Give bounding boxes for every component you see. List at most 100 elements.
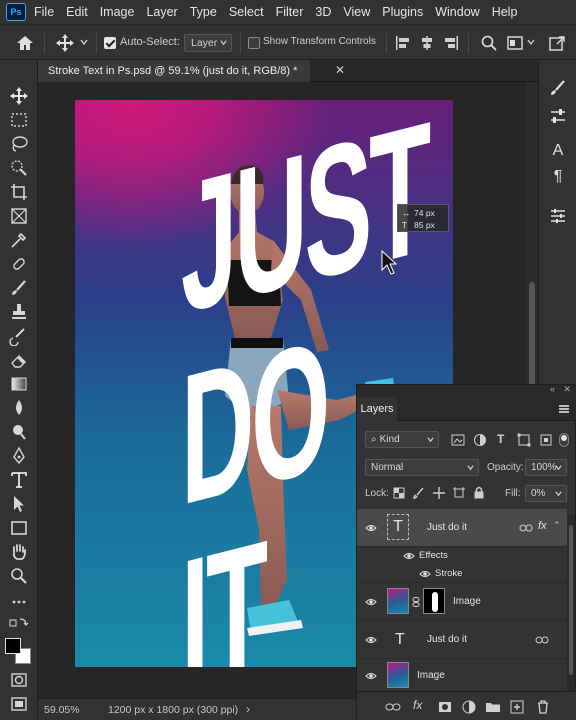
eyedropper-tool-icon[interactable] (9, 230, 29, 250)
layers-panel-topbar[interactable]: « ✕ (357, 384, 576, 397)
adjustments-icon[interactable] (548, 106, 568, 126)
menu-filter[interactable]: Filter (276, 5, 304, 19)
quick-mask-icon[interactable] (9, 670, 29, 690)
share-icon[interactable] (548, 34, 566, 52)
zoom-tool-icon[interactable] (9, 566, 29, 586)
character-icon[interactable]: A (548, 142, 568, 162)
swap-colors-icon[interactable] (9, 616, 29, 636)
eye-icon[interactable] (365, 670, 377, 682)
opacity-input[interactable]: 100% (525, 459, 567, 476)
fill-input[interactable]: 0% (525, 485, 567, 502)
lock-artboard-icon[interactable] (453, 487, 465, 499)
brush-tool-icon[interactable] (9, 278, 29, 298)
lock-pixels-icon[interactable] (413, 487, 425, 499)
layer-row-image-masked[interactable]: Image (357, 583, 567, 621)
menu-3d[interactable]: 3D (315, 5, 331, 19)
eye-icon[interactable] (419, 568, 431, 580)
search-icon[interactable] (480, 34, 498, 52)
layer-effects-row[interactable]: Effects (357, 547, 567, 565)
align-center-icon[interactable] (418, 34, 436, 52)
layer-name[interactable]: Image (453, 596, 481, 607)
auto-select-checkbox[interactable] (104, 37, 116, 49)
filter-type-icon[interactable]: T (497, 432, 504, 446)
zoom-level[interactable]: 59.05% (44, 704, 80, 716)
filter-toggle[interactable] (559, 433, 569, 447)
pen-tool-icon[interactable] (9, 446, 29, 466)
paragraph-icon[interactable]: ¶ (548, 168, 568, 188)
align-left-icon[interactable] (394, 34, 412, 52)
menu-type[interactable]: Type (190, 5, 217, 19)
more-tools-icon[interactable] (9, 592, 29, 612)
workspace-icon[interactable] (506, 34, 524, 52)
eye-icon[interactable] (365, 634, 377, 646)
link-icon[interactable] (535, 634, 549, 646)
crop-tool-icon[interactable] (9, 182, 29, 202)
menu-help[interactable]: Help (492, 5, 518, 19)
lasso-tool-icon[interactable] (9, 134, 29, 154)
eye-icon[interactable] (365, 596, 377, 608)
layer-name[interactable]: Image (417, 670, 445, 681)
type-tool-icon[interactable] (9, 470, 29, 490)
fx-icon[interactable]: fx (413, 698, 429, 714)
home-icon[interactable] (14, 33, 36, 53)
gradient-tool-icon[interactable] (9, 374, 29, 394)
fx-icon[interactable]: fx (538, 520, 547, 532)
filter-smart-object-icon[interactable] (539, 433, 553, 447)
lock-transparent-icon[interactable] (393, 487, 405, 499)
move-tool-icon[interactable] (54, 32, 76, 54)
layer-mask-thumbnail[interactable] (423, 588, 445, 614)
close-icon[interactable]: ✕ (334, 64, 346, 76)
chevron-right-icon[interactable]: › (246, 702, 250, 716)
menu-view[interactable]: View (343, 5, 370, 19)
menu-file[interactable]: File (34, 5, 54, 19)
path-selection-tool-icon[interactable] (9, 494, 29, 514)
healing-brush-tool-icon[interactable] (9, 254, 29, 274)
filter-adjustment-icon[interactable] (473, 433, 487, 447)
eraser-tool-icon[interactable] (9, 350, 29, 370)
menu-image[interactable]: Image (100, 5, 135, 19)
lock-position-icon[interactable] (433, 487, 445, 499)
menu-window[interactable]: Window (435, 5, 479, 19)
blend-mode-dropdown[interactable]: Normal (365, 459, 479, 476)
chevron-down-icon[interactable] (80, 38, 88, 46)
filter-shape-icon[interactable] (517, 433, 531, 447)
add-mask-icon[interactable] (437, 699, 453, 715)
menu-plugins[interactable]: Plugins (382, 5, 423, 19)
layer-name[interactable]: Just do it (427, 634, 467, 645)
menu-edit[interactable]: Edit (66, 5, 88, 19)
link-icon[interactable] (519, 522, 533, 534)
screen-mode-icon[interactable] (9, 694, 29, 714)
quick-selection-tool-icon[interactable] (9, 158, 29, 178)
move-tool-icon[interactable] (9, 86, 29, 106)
eye-icon[interactable] (365, 522, 377, 534)
align-right-icon[interactable] (442, 34, 460, 52)
layers-scroll-thumb[interactable] (569, 525, 573, 675)
menu-layer[interactable]: Layer (146, 5, 177, 19)
hand-tool-icon[interactable] (9, 542, 29, 562)
show-transform-checkbox[interactable] (248, 37, 260, 49)
clone-stamp-tool-icon[interactable] (9, 302, 29, 322)
lock-all-icon[interactable] (473, 486, 485, 499)
history-brush-tool-icon[interactable] (9, 326, 29, 347)
tab-layers[interactable]: Layers (357, 397, 397, 421)
adjustment-layer-icon[interactable] (461, 699, 477, 715)
properties-icon[interactable] (548, 206, 568, 226)
trash-icon[interactable] (535, 699, 551, 715)
marquee-tool-icon[interactable] (9, 110, 29, 130)
eye-icon[interactable] (403, 550, 415, 562)
mask-link-icon[interactable] (412, 597, 420, 607)
menu-select[interactable]: Select (229, 5, 264, 19)
brush-settings-icon[interactable] (548, 78, 568, 98)
link-layers-icon[interactable] (385, 699, 401, 715)
new-layer-icon[interactable] (509, 699, 525, 715)
group-folder-icon[interactable] (485, 699, 501, 715)
close-icon[interactable]: ✕ (563, 384, 571, 395)
chevron-up-icon[interactable]: ⌃ (553, 520, 561, 531)
blur-tool-icon[interactable] (9, 398, 29, 418)
frame-tool-icon[interactable] (9, 206, 29, 226)
auto-select-target-dropdown[interactable]: Layer (184, 34, 232, 52)
layers-scrollbar[interactable] (567, 515, 575, 691)
filter-kind-dropdown[interactable]: ⌕ Kind (365, 431, 439, 448)
layer-row-image[interactable]: Image (357, 659, 567, 691)
layer-name[interactable]: Just do it (427, 522, 467, 533)
